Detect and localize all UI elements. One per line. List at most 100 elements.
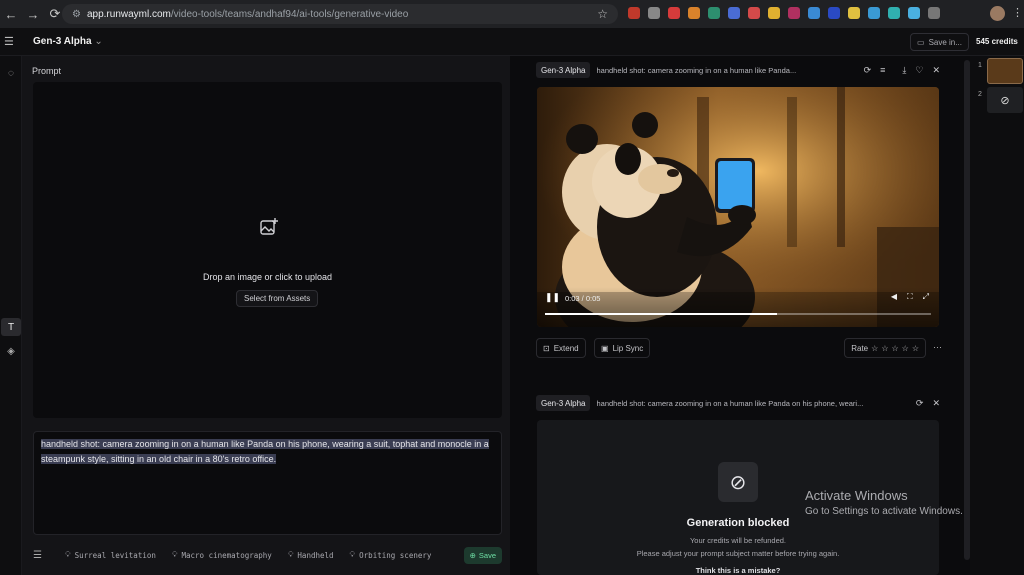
url-host: app.runwayml.com <box>86 8 171 20</box>
lip-sync-button[interactable]: ▣ Lip Sync <box>594 338 651 358</box>
preset-chip[interactable]: 💡︎ Handheld <box>282 547 340 564</box>
star-icon[interactable]: ☆ <box>871 344 878 353</box>
prompt-textarea[interactable]: handheld shot: camera zooming in on a hu… <box>33 431 502 535</box>
bookmark-star-icon[interactable]: ☆ <box>597 7 608 21</box>
extension-icon[interactable] <box>908 7 920 19</box>
extensions-puzzle-icon[interactable] <box>928 7 940 19</box>
model-badge: Gen-3 Alpha <box>536 62 591 78</box>
generation-header: Gen-3 Alpha handheld shot: camera zoomin… <box>536 61 940 79</box>
upload-instructions: Drop an image or click to upload <box>202 272 333 282</box>
extension-icon[interactable] <box>628 7 640 19</box>
extension-icon[interactable] <box>888 7 900 19</box>
blocked-icon: ⊘ <box>718 462 758 502</box>
save-in-label: Save in... <box>928 37 962 47</box>
rate-label: Rate <box>851 343 869 353</box>
more-options-icon[interactable]: ··· <box>933 342 942 352</box>
browser-menu-icon[interactable]: ⋮ <box>1012 6 1023 19</box>
video-controls-overlay <box>537 287 939 327</box>
extension-icon[interactable] <box>668 7 680 19</box>
extension-icon[interactable] <box>788 7 800 19</box>
star-icon[interactable]: ☆ <box>912 344 919 353</box>
lightbulb-icon: 💡︎ <box>349 550 356 559</box>
watermark-subtitle: Go to Settings to activate Windows. <box>805 506 963 517</box>
extension-icon[interactable] <box>728 7 740 19</box>
video-timecode: 0:03 / 0:05 <box>565 294 601 303</box>
generation-actions: ⊡ Extend ▣ Lip Sync Rate ☆ ☆ ☆ ☆ ☆ ··· <box>536 337 942 359</box>
extension-icon[interactable] <box>708 7 720 19</box>
star-icon[interactable]: ☆ <box>881 344 888 353</box>
model-badge: Gen-3 Alpha <box>536 395 591 411</box>
history-icon[interactable]: ◌ <box>1 64 21 82</box>
extension-icon[interactable] <box>808 7 820 19</box>
blocked-thumbnail[interactable]: ⊘ <box>987 87 1023 113</box>
forward-icon[interactable]: → <box>22 0 44 28</box>
select-from-assets-button[interactable]: Select from Assets <box>236 290 319 307</box>
preset-chip-label: Orbiting scenery <box>359 550 432 560</box>
star-icon[interactable]: ☆ <box>891 344 898 353</box>
close-icon[interactable]: ✕ <box>932 398 940 409</box>
list-icon[interactable]: ≡ <box>880 65 885 76</box>
close-icon[interactable]: ✕ <box>932 65 940 76</box>
site-info-icon[interactable]: ⚙ <box>72 9 81 20</box>
extension-icon[interactable] <box>648 7 660 19</box>
image-upload-area[interactable]: Drop an image or click to upload Select … <box>33 82 502 418</box>
prompt-toolbar: ☰ 💡︎ Surreal levitation 💡︎ Macro cinematog… <box>33 545 502 565</box>
video-scrubber[interactable] <box>545 313 931 315</box>
download-icon[interactable]: ⤓ <box>902 65 906 76</box>
model-title: Gen-3 Alpha <box>33 36 92 47</box>
preset-chip-label: Handheld <box>297 550 334 560</box>
menu-icon[interactable]: ☰ <box>4 35 14 48</box>
prompt-panel: Prompt Drop an image or click to upload … <box>22 56 510 575</box>
pause-icon[interactable]: ❚❚ <box>545 292 560 304</box>
refresh-icon[interactable]: ⟳ <box>916 398 924 409</box>
url-path: /video-tools/teams/andhaf94/ai-tools/gen… <box>170 8 409 20</box>
save-button[interactable]: ⊕ Save <box>463 546 502 564</box>
back-icon[interactable]: ← <box>0 0 22 28</box>
address-bar[interactable]: ⚙ app.runwayml.com /video-tools/teams/an… <box>62 4 618 24</box>
tool-rail: ◌ T ◈ <box>0 56 22 575</box>
watermark-title: Activate Windows <box>805 488 908 503</box>
lip-sync-label: Lip Sync <box>612 343 644 353</box>
text-tool-icon[interactable]: T <box>1 318 21 336</box>
prompt-label: Prompt <box>32 66 62 76</box>
preset-chip[interactable]: 💡︎ Macro cinematography <box>166 547 278 564</box>
app-header: ☰ Gen-3 Alpha ⌄ ▭ Save in... 545 credits <box>0 28 1024 56</box>
chevron-down-icon: ⌄ <box>94 36 103 47</box>
adjust-prompt-message: Please adjust your prompt subject matter… <box>636 549 840 558</box>
extension-icons <box>628 7 940 19</box>
extension-icon[interactable] <box>748 7 760 19</box>
video-player[interactable]: ❚❚ 0:03 / 0:05 ◀ ⛶ ⤢ <box>537 87 939 327</box>
save-in-button[interactable]: ▭ Save in... <box>910 33 969 51</box>
extension-icon[interactable] <box>828 7 840 19</box>
extension-icon[interactable] <box>768 7 780 19</box>
extend-button[interactable]: ⊡ Extend <box>536 338 586 358</box>
layers-icon[interactable]: ◈ <box>1 342 21 360</box>
lightbulb-icon: 💡︎ <box>171 550 178 559</box>
volume-icon[interactable]: ◀ <box>891 292 897 302</box>
extend-icon: ⊡ <box>543 343 550 353</box>
star-icon[interactable]: ☆ <box>902 344 909 353</box>
lip-sync-icon: ▣ <box>601 343 609 353</box>
extension-icon[interactable] <box>688 7 700 19</box>
blocked-title: Generation blocked <box>686 517 790 529</box>
model-selector[interactable]: Gen-3 Alpha ⌄ <box>33 36 103 47</box>
generation-header: Gen-3 Alpha handheld shot: camera zoomin… <box>536 394 940 412</box>
image-add-icon <box>259 217 279 237</box>
extension-icon[interactable] <box>848 7 860 19</box>
settings-menu-icon[interactable]: ☰ <box>33 550 47 561</box>
preset-chip[interactable]: 💡︎ Orbiting scenery <box>344 547 438 564</box>
heart-icon[interactable]: ♡ <box>915 65 923 76</box>
preset-chip[interactable]: 💡︎ Surreal levitation <box>59 547 162 564</box>
extend-label: Extend <box>553 343 579 353</box>
preset-chip-label: Surreal levitation <box>74 550 156 560</box>
refresh-icon[interactable]: ⟳ <box>864 65 872 76</box>
rate-control: Rate ☆ ☆ ☆ ☆ ☆ <box>844 338 926 358</box>
windows-activation-watermark: Activate Windows Go to Settings to activ… <box>805 488 963 517</box>
report-mistake-link[interactable]: Think this is a mistake? <box>537 566 939 575</box>
fullscreen-icon[interactable]: ⛶ <box>907 292 913 302</box>
video-thumbnail[interactable] <box>987 58 1023 84</box>
extension-icon[interactable] <box>868 7 880 19</box>
pip-icon[interactable]: ⤢ <box>923 292 929 302</box>
prompt-text: handheld shot: camera zooming in on a hu… <box>41 439 489 464</box>
profile-avatar[interactable] <box>990 6 1005 21</box>
